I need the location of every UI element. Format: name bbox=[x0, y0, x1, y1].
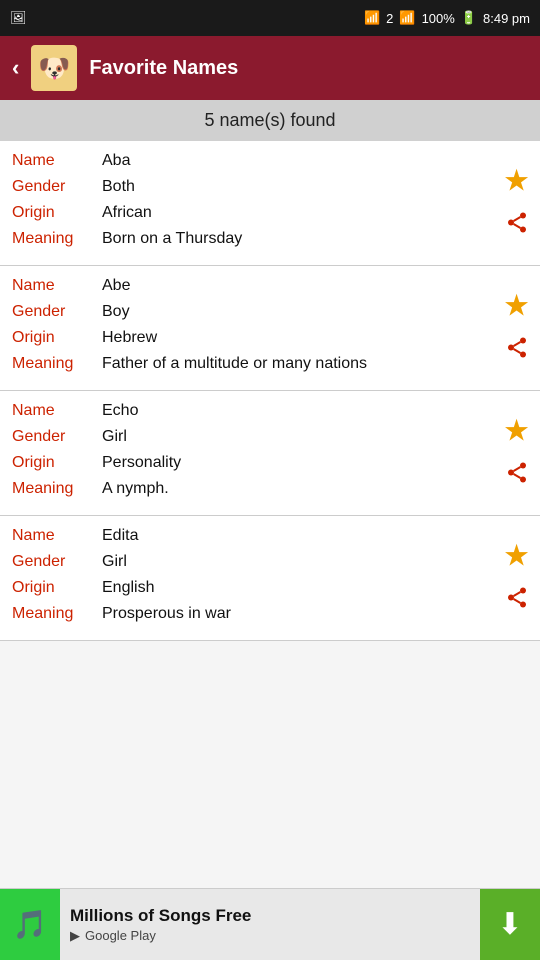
field-label: Meaning bbox=[12, 605, 102, 623]
field-value: Echo bbox=[102, 402, 440, 420]
entry-actions: ★ bbox=[503, 542, 530, 615]
count-bar: 5 name(s) found bbox=[0, 100, 540, 141]
entry-row: MeaningFather of a multitude or many nat… bbox=[12, 354, 440, 380]
field-value: Prosperous in war bbox=[102, 605, 440, 623]
field-label: Gender bbox=[12, 178, 102, 196]
field-value: Aba bbox=[102, 152, 440, 170]
entry-row: GenderGirl bbox=[12, 552, 440, 578]
entry-row: OriginPersonality bbox=[12, 453, 440, 479]
entry-row: NameAba bbox=[12, 151, 440, 177]
field-label: Meaning bbox=[12, 355, 102, 373]
list-item: NameEditaGenderGirlOriginEnglishMeaningP… bbox=[0, 516, 540, 641]
field-label: Origin bbox=[12, 204, 102, 222]
field-value: Boy bbox=[102, 303, 440, 321]
ad-subtitle-text: Google Play bbox=[85, 928, 156, 943]
entry-row: GenderBoth bbox=[12, 177, 440, 203]
share-icon[interactable] bbox=[505, 461, 529, 490]
share-icon[interactable] bbox=[505, 211, 529, 240]
app-logo: 🐶 bbox=[31, 45, 77, 91]
field-label: Gender bbox=[12, 303, 102, 321]
favorite-star-icon[interactable]: ★ bbox=[503, 167, 530, 197]
play-store-icon: ▶ bbox=[70, 928, 80, 944]
entry-actions: ★ bbox=[503, 292, 530, 365]
entry-row: MeaningA nymph. bbox=[12, 479, 440, 505]
ad-logo: 🎵 bbox=[0, 889, 60, 960]
field-label: Origin bbox=[12, 454, 102, 472]
field-label: Meaning bbox=[12, 230, 102, 248]
list-item: NameEchoGenderGirlOriginPersonalityMeani… bbox=[0, 391, 540, 516]
field-value: Girl bbox=[102, 428, 440, 446]
field-value: Abe bbox=[102, 277, 440, 295]
field-value: Personality bbox=[102, 454, 440, 472]
field-value: African bbox=[102, 204, 440, 222]
entry-row: MeaningProsperous in war bbox=[12, 604, 440, 630]
field-value: Hebrew bbox=[102, 329, 440, 347]
share-icon[interactable] bbox=[505, 586, 529, 615]
entry-row: GenderGirl bbox=[12, 427, 440, 453]
sim-icon: 2 bbox=[386, 11, 393, 26]
list-item: NameAbeGenderBoyOriginHebrewMeaningFathe… bbox=[0, 266, 540, 391]
ad-subtitle: ▶ Google Play bbox=[70, 928, 470, 944]
favorite-star-icon[interactable]: ★ bbox=[503, 292, 530, 322]
entry-row: NameAbe bbox=[12, 276, 440, 302]
list-item: NameAbaGenderBothOriginAfricanMeaningBor… bbox=[0, 141, 540, 266]
music-icon: 🎵 bbox=[13, 908, 48, 941]
field-label: Origin bbox=[12, 579, 102, 597]
ad-banner[interactable]: 🎵 Millions of Songs Free ▶ Google Play ⬇ bbox=[0, 888, 540, 960]
field-label: Gender bbox=[12, 553, 102, 571]
entry-row: NameEcho bbox=[12, 401, 440, 427]
field-value: Born on a Thursday bbox=[102, 230, 440, 248]
ad-download-button[interactable]: ⬇ bbox=[480, 889, 540, 960]
entry-row: OriginHebrew bbox=[12, 328, 440, 354]
field-value: A nymph. bbox=[102, 480, 440, 498]
entry-row: NameEdita bbox=[12, 526, 440, 552]
favorite-star-icon[interactable]: ★ bbox=[503, 417, 530, 447]
battery-text: 100% bbox=[422, 11, 455, 26]
share-icon[interactable] bbox=[505, 336, 529, 365]
app-title: Favorite Names bbox=[89, 57, 238, 80]
entries-list: NameAbaGenderBothOriginAfricanMeaningBor… bbox=[0, 141, 540, 641]
entry-row: OriginAfrican bbox=[12, 203, 440, 229]
entry-actions: ★ bbox=[503, 417, 530, 490]
status-right: 📶 2 📶 100% 🔋 8:49 pm bbox=[364, 10, 530, 26]
ad-title: Millions of Songs Free bbox=[70, 906, 470, 926]
field-value: Girl bbox=[102, 553, 440, 571]
ad-text-block: Millions of Songs Free ▶ Google Play bbox=[60, 900, 480, 950]
screenshot-icon: 🖼 bbox=[10, 10, 27, 26]
dog-icon: 🐶 bbox=[38, 53, 70, 84]
back-button[interactable]: ‹ bbox=[12, 55, 19, 81]
field-label: Name bbox=[12, 152, 102, 170]
entry-row: MeaningBorn on a Thursday bbox=[12, 229, 440, 255]
battery-icon: 🔋 bbox=[461, 10, 477, 26]
entry-row: OriginEnglish bbox=[12, 578, 440, 604]
time: 8:49 pm bbox=[483, 11, 530, 26]
field-value: Father of a multitude or many nations bbox=[102, 355, 440, 373]
field-label: Name bbox=[12, 402, 102, 420]
field-label: Origin bbox=[12, 329, 102, 347]
status-left: 🖼 bbox=[10, 10, 27, 26]
wifi-icon: 📶 bbox=[364, 10, 380, 26]
download-icon: ⬇ bbox=[497, 907, 522, 942]
field-label: Name bbox=[12, 527, 102, 545]
app-header: ‹ 🐶 Favorite Names bbox=[0, 36, 540, 100]
favorite-star-icon[interactable]: ★ bbox=[503, 542, 530, 572]
entry-actions: ★ bbox=[503, 167, 530, 240]
entry-row: GenderBoy bbox=[12, 302, 440, 328]
count-text: 5 name(s) found bbox=[204, 110, 335, 130]
status-bar: 🖼 📶 2 📶 100% 🔋 8:49 pm bbox=[0, 0, 540, 36]
field-label: Gender bbox=[12, 428, 102, 446]
field-label: Name bbox=[12, 277, 102, 295]
field-value: English bbox=[102, 579, 440, 597]
field-value: Both bbox=[102, 178, 440, 196]
signal-icon: 📶 bbox=[399, 10, 415, 26]
field-value: Edita bbox=[102, 527, 440, 545]
field-label: Meaning bbox=[12, 480, 102, 498]
